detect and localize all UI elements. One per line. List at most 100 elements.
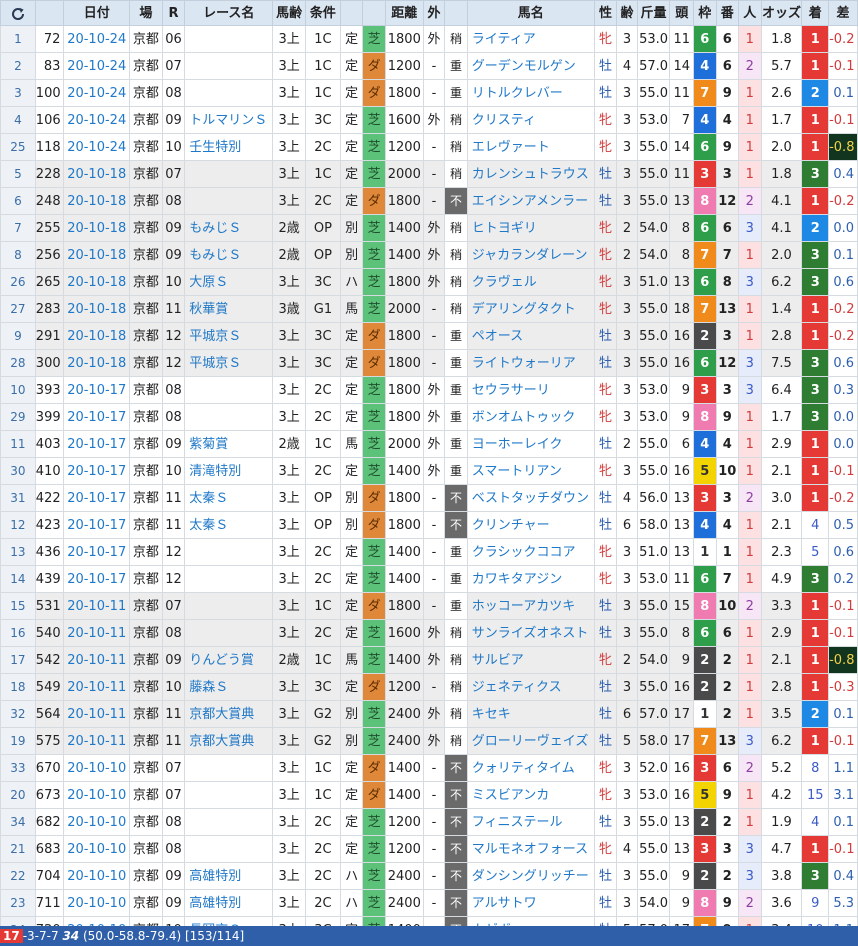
table-row[interactable]: 16 540 20-10-11 京都 08 3上 2C 定芝 1600 外稍サンライズオネスト牡 3…: [0, 619, 858, 647]
race-name[interactable]: [184, 403, 274, 431]
horse-name[interactable]: ヨーホーレイク: [466, 430, 595, 458]
horse-name[interactable]: クラヴェル: [466, 268, 595, 296]
horse-name[interactable]: クリスティ: [466, 106, 595, 134]
race-name[interactable]: 高雄特別: [184, 889, 274, 917]
table-row[interactable]: 5 228 20-10-18 京都 07 3上 1C 定芝 2000- 稍カレンシュトラウス牡 3 5…: [0, 160, 858, 188]
table-row[interactable]: 23 711 20-10-10 京都 09 高雄特別 3上 2C ハ芝 2400- 不アルサトワ牡 3…: [0, 889, 858, 917]
race-name[interactable]: [184, 538, 274, 566]
col-horse[interactable]: 馬名: [466, 0, 595, 26]
horse-name[interactable]: デアリングタクト: [466, 295, 595, 323]
col-kin[interactable]: 斤量: [636, 0, 671, 26]
table-row[interactable]: 4 106 20-10-24 京都 09 トルマリンＳ 3上 3C 定芝 1600 外稍クリスティ牝…: [0, 106, 858, 134]
race-name[interactable]: [184, 565, 274, 593]
col-sex[interactable]: 性: [593, 0, 618, 26]
table-row[interactable]: 9 291 20-10-18 京都 12 平城京Ｓ 3上 3C 定ダ 1800- 重ペオース牡 3 55…: [0, 322, 858, 350]
horse-name[interactable]: キセキ: [466, 700, 595, 728]
race-name[interactable]: 京都大賞典: [184, 727, 274, 755]
col-ninki[interactable]: 人: [738, 0, 762, 26]
table-row[interactable]: 34 682 20-10-10 京都 08 3上 2C 定芝 1200- 不フィニステール牡 3 55…: [0, 808, 858, 836]
race-name[interactable]: 平城京Ｓ: [184, 322, 274, 350]
horse-name[interactable]: ペオース: [466, 322, 595, 350]
race-name[interactable]: 太秦Ｓ: [184, 484, 274, 512]
race-name[interactable]: [184, 52, 274, 80]
col-surf[interactable]: [362, 0, 386, 26]
refresh-button[interactable]: [0, 0, 36, 26]
horse-name[interactable]: サンライズオネスト: [466, 619, 595, 647]
race-name[interactable]: [184, 160, 274, 188]
horse-name[interactable]: ベストタッチダウン: [466, 484, 595, 512]
table-row[interactable]: 26 265 20-10-18 京都 10 大原Ｓ 3上 3C ハ芝 1800 外稍クラヴェル牝 3 5…: [0, 268, 858, 296]
table-row[interactable]: 2 83 20-10-24 京都 07 3上 1C 定ダ 1200- 重グーデンモルゲン牡 4 57.…: [0, 52, 858, 80]
col-waku[interactable]: 枠: [692, 0, 717, 26]
horse-name[interactable]: カレンシュトラウス: [466, 160, 595, 188]
table-row[interactable]: 10 393 20-10-17 京都 08 3上 2C 定芝 1800 外重セウラサーリ牝 3 53.…: [0, 376, 858, 404]
table-row[interactable]: 20 673 20-10-10 京都 07 3上 1C 定ダ 1400- 不ミスビアンカ牝 3 53.…: [0, 781, 858, 809]
table-row[interactable]: 6 248 20-10-18 京都 08 3上 2C 定ダ 1800- 不エイシンアメンラー牡 3 5…: [0, 187, 858, 215]
race-name[interactable]: [184, 79, 274, 107]
table-row[interactable]: 8 256 20-10-18 京都 09 もみじＳ 2歳 OP 別芝 1400 外稍ジャカランダレー…: [0, 241, 858, 269]
race-name[interactable]: [184, 25, 274, 53]
horse-name[interactable]: ジェネティクス: [466, 673, 595, 701]
table-row[interactable]: 33 670 20-10-10 京都 07 3上 1C 定ダ 1400- 不クォリティタイム牝 3 5…: [0, 754, 858, 782]
horse-name[interactable]: グーデンモルゲン: [466, 52, 595, 80]
race-name[interactable]: [184, 754, 274, 782]
table-row[interactable]: 18 549 20-10-11 京都 10 藤森Ｓ 3上 3C 定ダ 1200- 稍ジェネティクス牡…: [0, 673, 858, 701]
table-row[interactable]: 29 399 20-10-17 京都 08 3上 2C 定芝 1800 外重ボンオムトゥック牝 3 5…: [0, 403, 858, 431]
col-age[interactable]: 馬齢: [272, 0, 307, 26]
col-type[interactable]: [339, 0, 364, 26]
race-name[interactable]: [184, 835, 274, 863]
table-row[interactable]: 17 542 20-10-11 京都 09 りんどう賞 2歳 1C 馬芝 1400 外稍サルビア牝 2…: [0, 646, 858, 674]
horse-name[interactable]: ミスビアンカ: [466, 781, 595, 809]
horse-name[interactable]: サルビア: [466, 646, 595, 674]
race-name[interactable]: [184, 592, 274, 620]
table-row[interactable]: 19 575 20-10-11 京都 11 京都大賞典 3上 G2 別芝 2400 外稍グローリーヴ…: [0, 727, 858, 755]
horse-name[interactable]: エイシンアメンラー: [466, 187, 595, 215]
horse-name[interactable]: ライトウォーリア: [466, 349, 595, 377]
table-row[interactable]: 1 72 20-10-24 京都 06 3上 1C 定芝 1800 外稍ライティア牝 3 53.0 11…: [0, 25, 858, 53]
horse-name[interactable]: ヒトヨギリ: [466, 214, 595, 242]
col-ban[interactable]: 番: [715, 0, 740, 26]
horse-name[interactable]: アルサトワ: [466, 889, 595, 917]
horse-name[interactable]: カワキタアジン: [466, 565, 595, 593]
col-diff[interactable]: 差: [828, 0, 858, 26]
table-row[interactable]: 22 704 20-10-10 京都 09 高雄特別 3上 2C ハ芝 2400- 不ダンシングリッ…: [0, 862, 858, 890]
table-row[interactable]: 15 531 20-10-11 京都 07 3上 1C 定ダ 1800- 重ホッコーアカツキ牡 3 5…: [0, 592, 858, 620]
col-cond[interactable]: 条件: [305, 0, 341, 26]
horse-name[interactable]: ライティア: [466, 25, 595, 53]
table-row[interactable]: 21 683 20-10-10 京都 08 3上 2C 定芝 1200- 不マルモネオフォース牝 4…: [0, 835, 858, 863]
table-row[interactable]: 13 436 20-10-17 京都 12 3上 2C 定芝 1400- 重クラシックココア牝 3 5…: [0, 538, 858, 566]
horse-name[interactable]: クォリティタイム: [466, 754, 595, 782]
table-row[interactable]: 25 118 20-10-24 京都 10 壬生特別 3上 2C 定芝 1200- 稍エレヴァート牝…: [0, 133, 858, 161]
race-name[interactable]: 平城京Ｓ: [184, 349, 274, 377]
table-row[interactable]: 7 255 20-10-18 京都 09 もみじＳ 2歳 OP 別芝 1400 外稍ヒトヨギリ牝 2 5…: [0, 214, 858, 242]
col-place[interactable]: 場: [128, 0, 163, 26]
col-date[interactable]: 日付: [63, 0, 130, 26]
col-dist[interactable]: 距離: [384, 0, 424, 26]
col-race[interactable]: レース名: [184, 0, 274, 26]
race-name[interactable]: 壬生特別: [184, 133, 274, 161]
col-tou[interactable]: 頭: [669, 0, 694, 26]
race-name[interactable]: 清滝特別: [184, 457, 274, 485]
horse-name[interactable]: エレヴァート: [466, 133, 595, 161]
race-name[interactable]: 京都大賞典: [184, 700, 274, 728]
horse-name[interactable]: ホッコーアカツキ: [466, 592, 595, 620]
table-row[interactable]: 11 403 20-10-17 京都 09 紫菊賞 2歳 1C 馬芝 2000 外重ヨーホーレイク牡…: [0, 430, 858, 458]
col-hage[interactable]: 齢: [616, 0, 638, 26]
race-name[interactable]: もみじＳ: [184, 214, 274, 242]
horse-name[interactable]: クラシックココア: [466, 538, 595, 566]
race-name[interactable]: [184, 187, 274, 215]
horse-name[interactable]: リトルクレバー: [466, 79, 595, 107]
horse-name[interactable]: マルモネオフォース: [466, 835, 595, 863]
col-tag[interactable]: [444, 0, 468, 26]
table-row[interactable]: 3 100 20-10-24 京都 08 3上 1C 定ダ 1800- 重リトルクレバー牡 3 55.…: [0, 79, 858, 107]
col-odds[interactable]: オッズ: [760, 0, 803, 26]
table-row[interactable]: 31 422 20-10-17 京都 11 太秦Ｓ 3上 OP 別ダ 1800- 不ベストタッチダウ…: [0, 484, 858, 512]
table-row[interactable]: 12 423 20-10-17 京都 11 太秦Ｓ 3上 OP 別ダ 1800- 不クリンチャー牡 6…: [0, 511, 858, 539]
col-chaku[interactable]: 着: [801, 0, 830, 26]
col-r[interactable]: R: [161, 0, 186, 26]
race-name[interactable]: もみじＳ: [184, 241, 274, 269]
table-row[interactable]: 27 283 20-10-18 京都 11 秋華賞 3歳 G1 馬芝 2000- 稍デアリングタクト…: [0, 295, 858, 323]
race-name[interactable]: [184, 781, 274, 809]
horse-name[interactable]: ジャカランダレーン: [466, 241, 595, 269]
col-out[interactable]: 外: [422, 0, 446, 26]
